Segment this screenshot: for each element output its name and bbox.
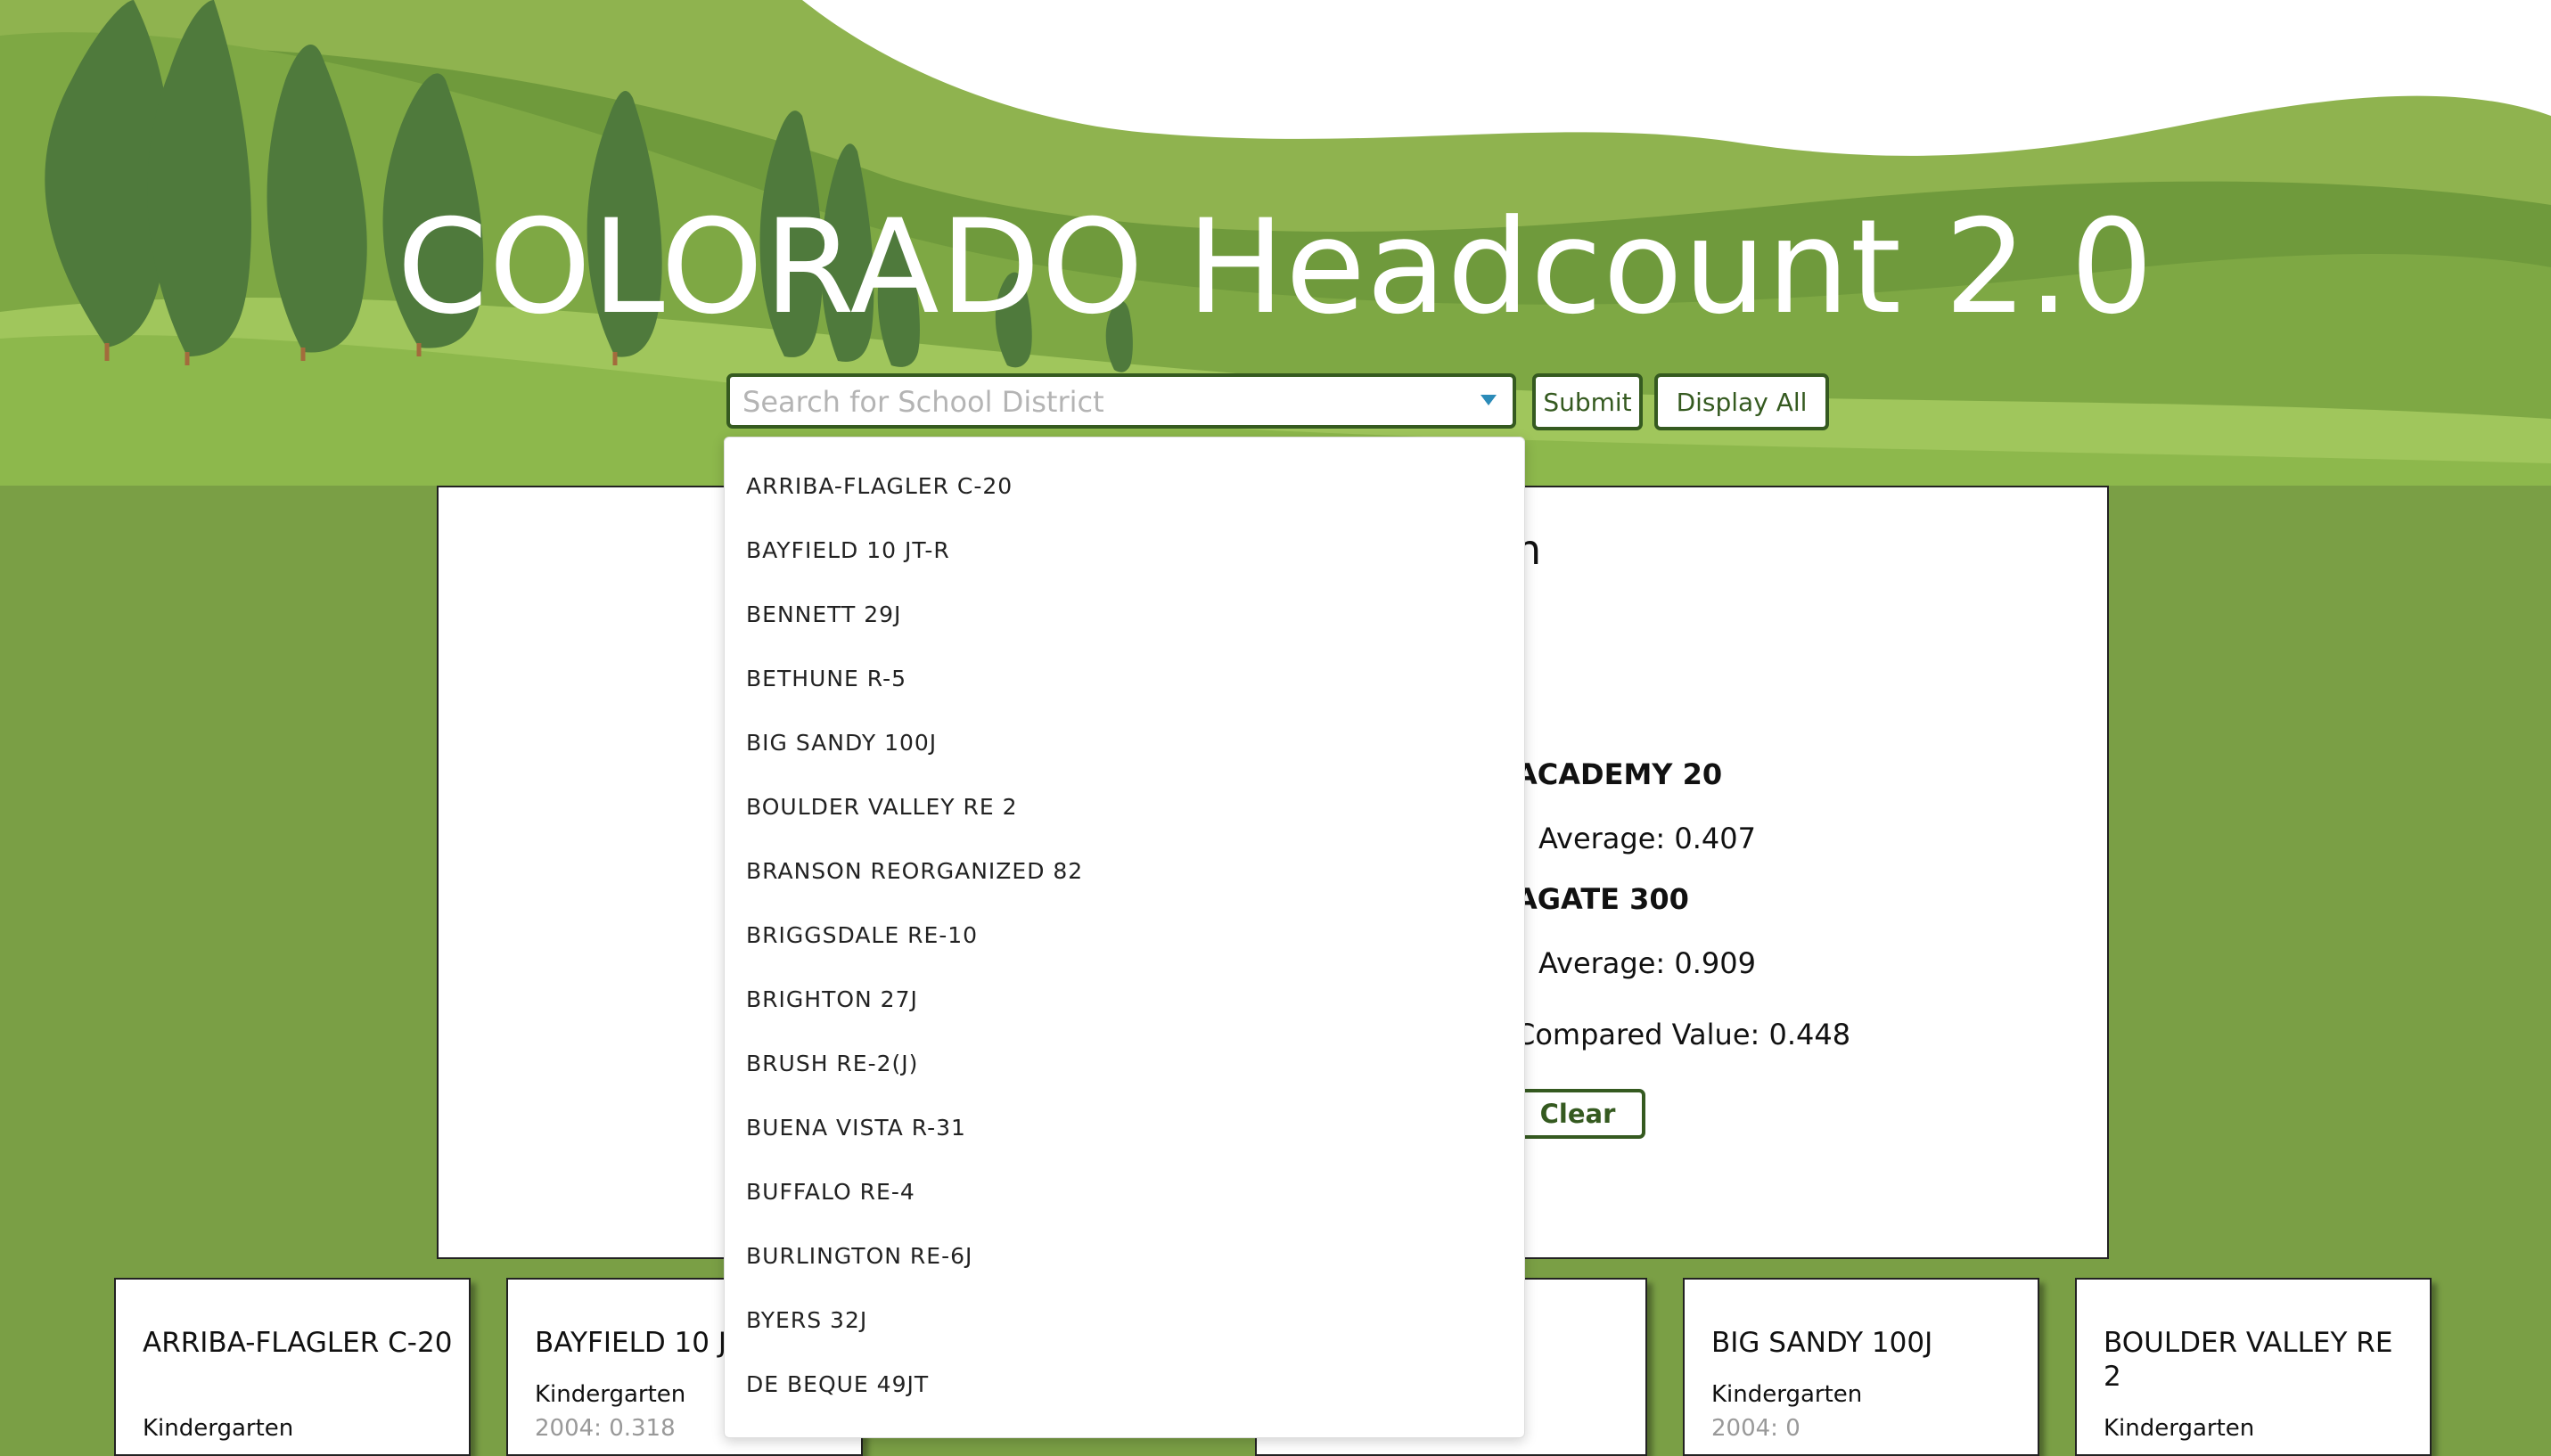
dropdown-option[interactable]: BIG SANDY 100J: [746, 730, 937, 756]
dropdown-option[interactable]: BETHUNE R-5: [746, 666, 906, 691]
dropdown-option[interactable]: DE BEQUE 49JT: [746, 1371, 929, 1397]
district-card[interactable]: ARRIBA-FLAGLER C-20 Kindergarten: [114, 1278, 471, 1456]
dropdown-option[interactable]: BAYFIELD 10 JT-R: [746, 537, 950, 563]
dropdown-option[interactable]: BRIGHTON 27J: [746, 986, 918, 1012]
caret-down-icon[interactable]: [1481, 395, 1497, 405]
page-title: COLORADO Headcount 2.0: [397, 192, 2154, 343]
card-title: BIG SANDY 100J: [1711, 1327, 1933, 1359]
dropdown-option[interactable]: BENNETT 29J: [746, 601, 901, 627]
card-grade: Kindergarten: [1711, 1381, 1863, 1408]
card-stat: 2004: 0.318: [535, 1415, 676, 1442]
submit-button[interactable]: Submit: [1532, 373, 1643, 430]
district-search[interactable]: [726, 373, 1516, 429]
dropdown-option[interactable]: BURLINGTON RE-6J: [746, 1243, 972, 1269]
district-dropdown-menu[interactable]: ARRIBA-FLAGLER C-20 BAYFIELD 10 JT-R BEN…: [724, 437, 1525, 1438]
dropdown-option[interactable]: BYERS 32J: [746, 1307, 867, 1333]
dropdown-option[interactable]: BOULDER VALLEY RE 2: [746, 794, 1017, 820]
dropdown-option[interactable]: BUENA VISTA R-31: [746, 1115, 966, 1141]
district-2-name: AGATE 300: [1515, 882, 1689, 916]
district-card[interactable]: BIG SANDY 100J Kindergarten 2004: 0: [1683, 1278, 2039, 1456]
search-input[interactable]: [741, 377, 1457, 427]
dropdown-option[interactable]: BRANSON REORGANIZED 82: [746, 858, 1083, 884]
card-title: ARRIBA-FLAGLER C-20: [143, 1327, 453, 1359]
card-title: BOULDER VALLEY RE 2: [2104, 1327, 2393, 1393]
dropdown-option[interactable]: BUFFALO RE-4: [746, 1179, 915, 1205]
district-1-name: ACADEMY 20: [1515, 757, 1723, 791]
dropdown-option[interactable]: BRIGGSDALE RE-10: [746, 922, 978, 948]
compared-value: Compared Value: 0.448: [1515, 1018, 1851, 1051]
dropdown-option[interactable]: ARRIBA-FLAGLER C-20: [746, 473, 1013, 499]
display-all-button[interactable]: Display All: [1654, 373, 1829, 430]
card-grade: Kindergarten: [2104, 1415, 2255, 1442]
card-stat: 2004: 0: [1711, 1415, 1800, 1442]
card-grade: Kindergarten: [535, 1381, 686, 1408]
clear-button[interactable]: Clear: [1510, 1089, 1645, 1139]
dropdown-option[interactable]: BRUSH RE-2(J): [746, 1051, 918, 1076]
district-2-average: Average: 0.909: [1538, 946, 1756, 980]
district-1-average: Average: 0.407: [1538, 822, 1756, 855]
district-card[interactable]: BOULDER VALLEY RE 2 Kindergarten: [2075, 1278, 2432, 1456]
card-grade: Kindergarten: [143, 1415, 294, 1442]
